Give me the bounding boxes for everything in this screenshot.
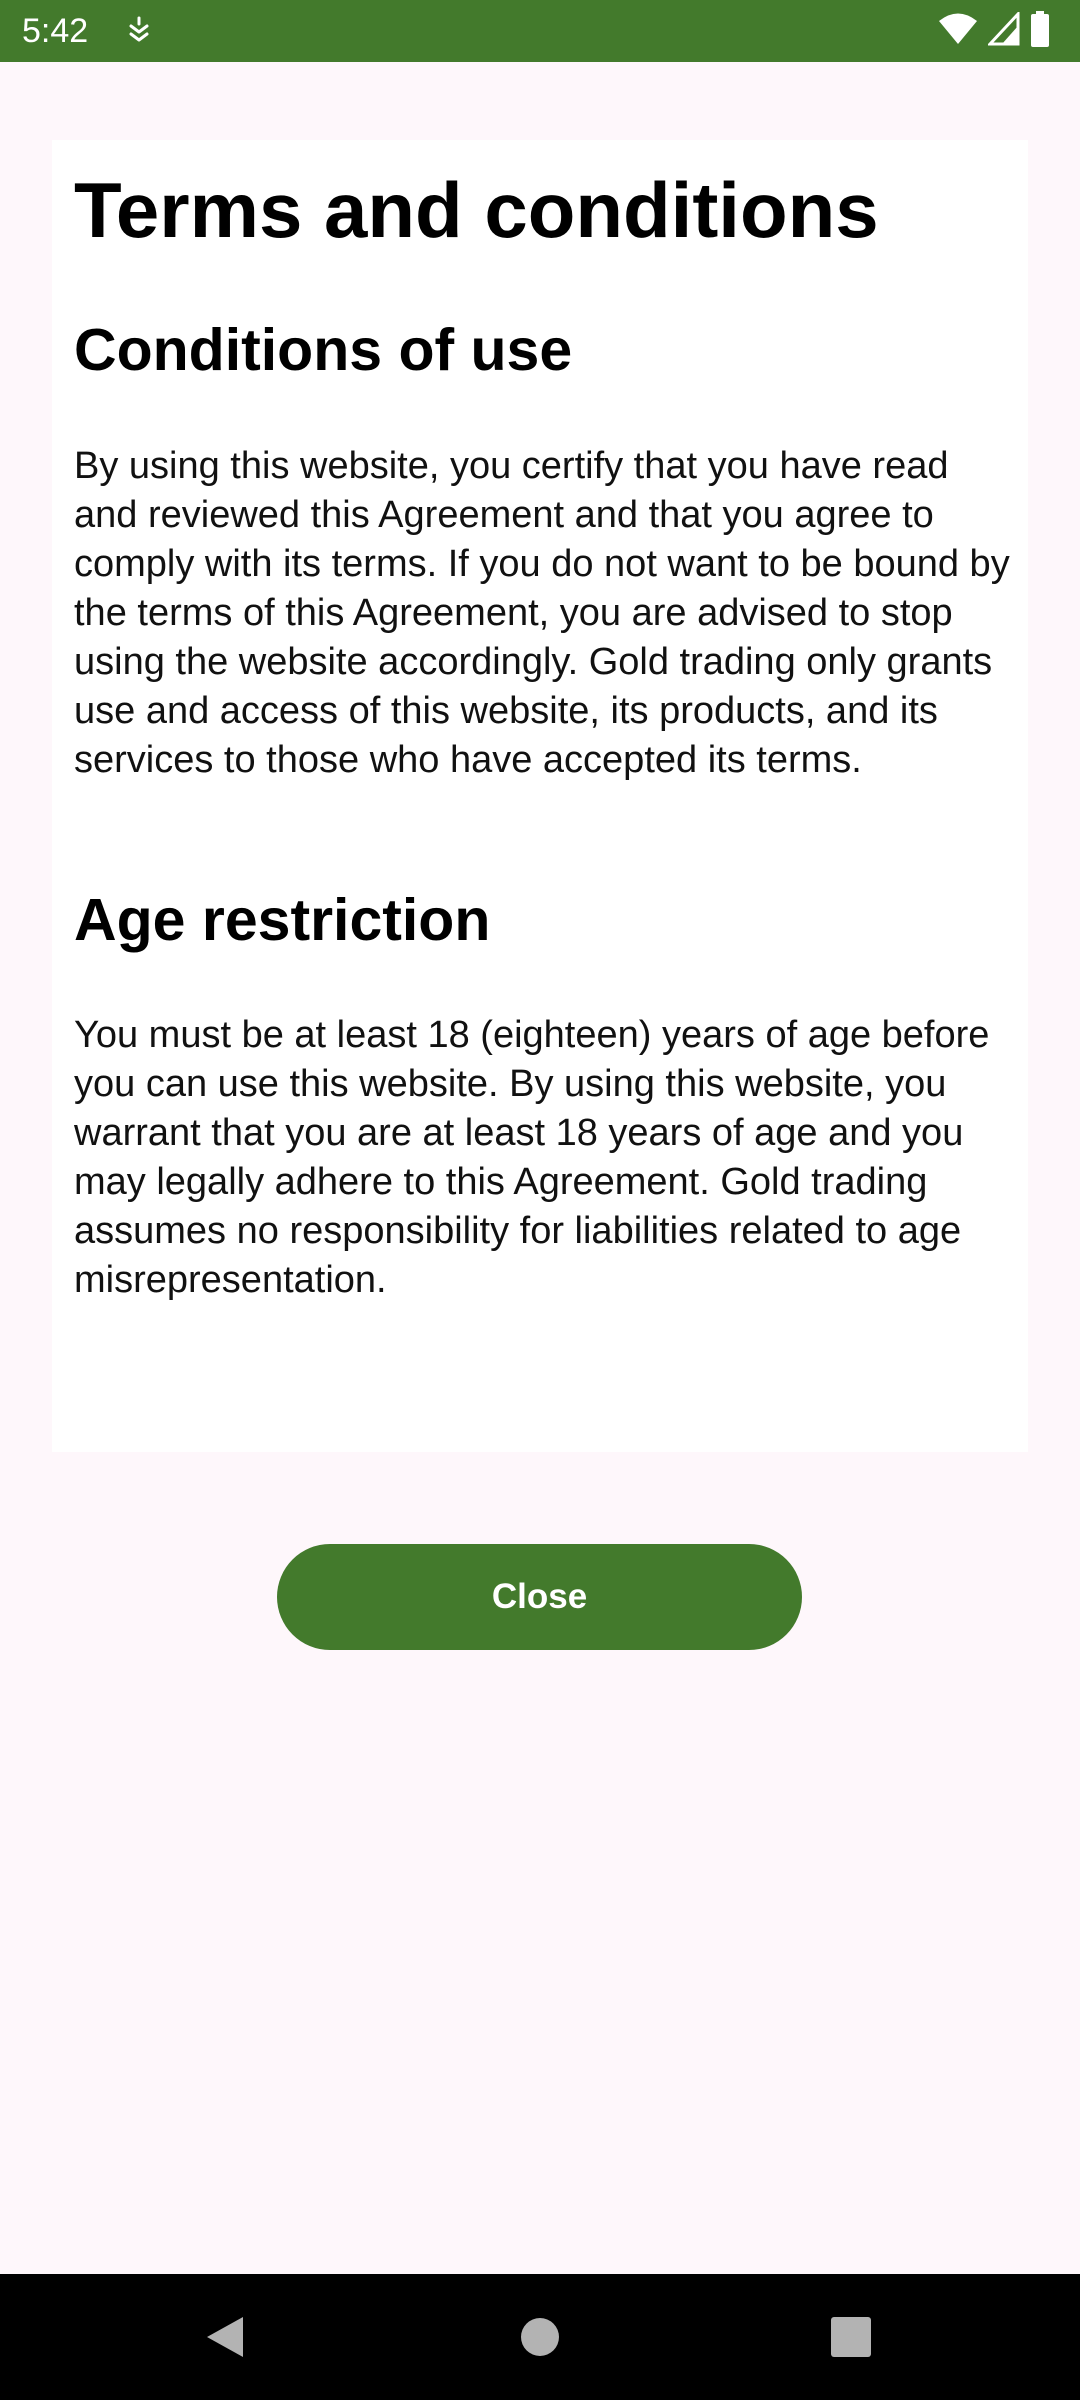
home-icon[interactable] (507, 2304, 573, 2370)
section-heading-conditions: Conditions of use (74, 317, 573, 383)
status-time: 5:42 (22, 12, 89, 50)
navigation-bar (0, 2274, 1080, 2400)
status-icons (938, 9, 1050, 52)
terms-screen: 5:42 Terms and conditions Conditions of … (0, 0, 1080, 2400)
close-button[interactable]: Close (277, 1544, 802, 1650)
back-icon[interactable] (192, 2304, 258, 2370)
section-body-conditions: By using this website, you certify that … (74, 445, 1010, 781)
wifi-icon (938, 12, 978, 51)
page-title: Terms and conditions (74, 166, 879, 254)
section-heading-age: Age restriction (74, 887, 491, 953)
battery-icon (1030, 10, 1050, 52)
section-body-age: You must be at least 18 (eighteen) years… (74, 1014, 990, 1301)
signal-icon (986, 9, 1020, 51)
status-bar: 5:42 (0, 0, 1080, 62)
recents-icon[interactable] (818, 2304, 884, 2370)
notification-icon (126, 16, 152, 46)
